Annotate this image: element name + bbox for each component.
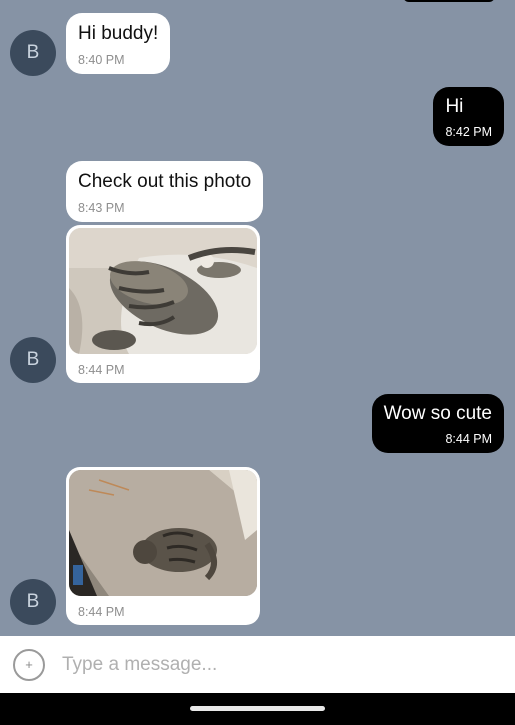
incoming-message-bubble[interactable]: Check out this photo 8:43 PM	[66, 161, 264, 222]
outgoing-message-bubble[interactable]: Wow so cute 8:44 PM	[371, 394, 504, 453]
previous-message-bubble-edge	[403, 0, 495, 2]
contact-avatar[interactable]: B	[10, 579, 56, 625]
plus-circle-icon[interactable]: +	[13, 648, 45, 681]
incoming-message-bubble[interactable]: Hi buddy! 8:40 PM	[66, 13, 171, 74]
home-indicator[interactable]	[190, 706, 325, 711]
message-timestamp: 8:42 PM	[445, 125, 492, 139]
avatar-initial: B	[26, 42, 40, 63]
avatar-initial: B	[26, 349, 40, 370]
message-timestamp: 8:43 PM	[78, 201, 125, 215]
message-text: Hi buddy!	[78, 23, 159, 44]
message-timestamp: 8:44 PM	[445, 432, 492, 446]
contact-avatar[interactable]: B	[10, 337, 56, 383]
photo-cat-lying-on-rug[interactable]	[69, 228, 257, 354]
message-timestamp: 8:40 PM	[78, 53, 125, 67]
contact-avatar[interactable]: B	[10, 30, 56, 76]
message-timestamp: 8:44 PM	[78, 363, 125, 377]
message-text: Check out this photo	[78, 171, 252, 192]
incoming-photo-bubble[interactable]: 8:44 PM	[66, 225, 260, 383]
outgoing-message-bubble[interactable]: Hi 8:42 PM	[433, 87, 504, 146]
message-timestamp: 8:44 PM	[78, 605, 125, 619]
incoming-photo-bubble[interactable]: 8:44 PM	[66, 467, 260, 625]
system-navigation-bar	[0, 693, 515, 725]
message-composer: +	[0, 636, 515, 693]
avatar-initial: B	[26, 591, 40, 612]
message-text: Hi	[445, 96, 464, 117]
message-input[interactable]	[62, 653, 482, 676]
message-list[interactable]: B Hi buddy! 8:40 PM Hi 8:42 PM Check out…	[0, 0, 515, 636]
photo-cat-on-stair[interactable]	[69, 470, 257, 596]
message-text: Wow so cute	[383, 403, 492, 424]
